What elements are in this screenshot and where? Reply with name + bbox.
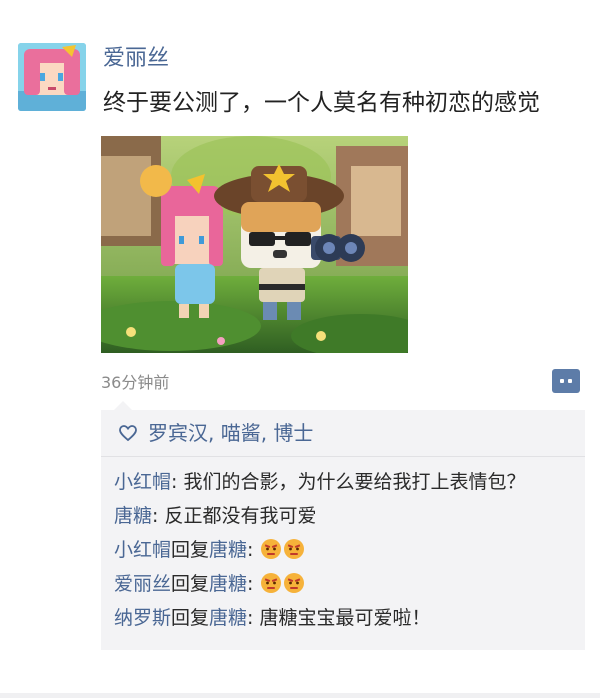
likes-row: 罗宾汉, 喵酱, 博士	[101, 410, 585, 457]
comment-author[interactable]: 爱丽丝	[114, 573, 171, 595]
post-text: 终于要公测了，一个人莫名有种初恋的感觉	[103, 90, 540, 116]
moments-post: 爱丽丝 终于要公测了，一个人莫名有种初恋的感觉 36分钟前 罗宾汉, 喵酱, 博…	[0, 0, 600, 698]
reply-word: 回复	[171, 539, 210, 561]
reply-target[interactable]: 唐糖	[209, 573, 247, 595]
panel-arrow	[114, 401, 132, 410]
reply-word: 回复	[171, 573, 210, 595]
reply-word: 回复	[171, 607, 210, 629]
comment-item[interactable]: 唐糖: 反正都没有我可爱	[114, 499, 584, 533]
comment-item[interactable]: 小红帽回复唐糖:	[114, 533, 584, 567]
comments-panel: 罗宾汉, 喵酱, 博士 小红帽: 我们的合影，为什么要给我打上表情包？ 唐糖: …	[101, 410, 585, 650]
comment-text: :	[247, 539, 260, 561]
avatar-girl-image	[18, 43, 86, 111]
angry-face-emoji	[283, 539, 304, 559]
dot-icon	[560, 379, 564, 383]
comment-text: : 我们的合影，为什么要给我打上表情包？	[171, 471, 526, 493]
dot-icon	[568, 379, 572, 383]
avatar[interactable]	[18, 43, 86, 111]
reply-target[interactable]: 唐糖	[209, 607, 247, 629]
comment-text: : 唐糖宝宝最可爱啦！	[247, 607, 431, 629]
comment-item[interactable]: 纳罗斯回复唐糖: 唐糖宝宝最可爱啦！	[114, 601, 584, 635]
comments-list: 小红帽: 我们的合影，为什么要给我打上表情包？ 唐糖: 反正都没有我可爱 小红帽…	[114, 465, 584, 635]
bottom-divider	[0, 693, 600, 698]
angry-face-emoji	[260, 539, 281, 559]
post-image[interactable]	[101, 136, 408, 353]
comment-button[interactable]	[552, 369, 580, 393]
comment-text: :	[247, 573, 260, 595]
reply-target[interactable]: 唐糖	[209, 539, 247, 561]
post-timestamp: 36分钟前	[101, 373, 170, 392]
comment-text: : 反正都没有我可爱	[152, 505, 317, 527]
angry-face-emoji	[260, 573, 281, 593]
comment-author[interactable]: 小红帽	[114, 539, 171, 561]
comment-item[interactable]: 爱丽丝回复唐糖:	[114, 567, 584, 601]
game-scene-image	[101, 136, 408, 353]
angry-face-emoji	[283, 573, 304, 593]
likes-names[interactable]: 罗宾汉, 喵酱, 博士	[148, 418, 313, 448]
comment-author[interactable]: 唐糖	[114, 505, 152, 527]
comment-item[interactable]: 小红帽: 我们的合影，为什么要给我打上表情包？	[114, 465, 584, 499]
heart-outline-icon	[119, 425, 137, 442]
post-author-name[interactable]: 爱丽丝	[103, 44, 169, 74]
comment-author[interactable]: 小红帽	[114, 471, 171, 493]
comment-author[interactable]: 纳罗斯	[114, 607, 171, 629]
